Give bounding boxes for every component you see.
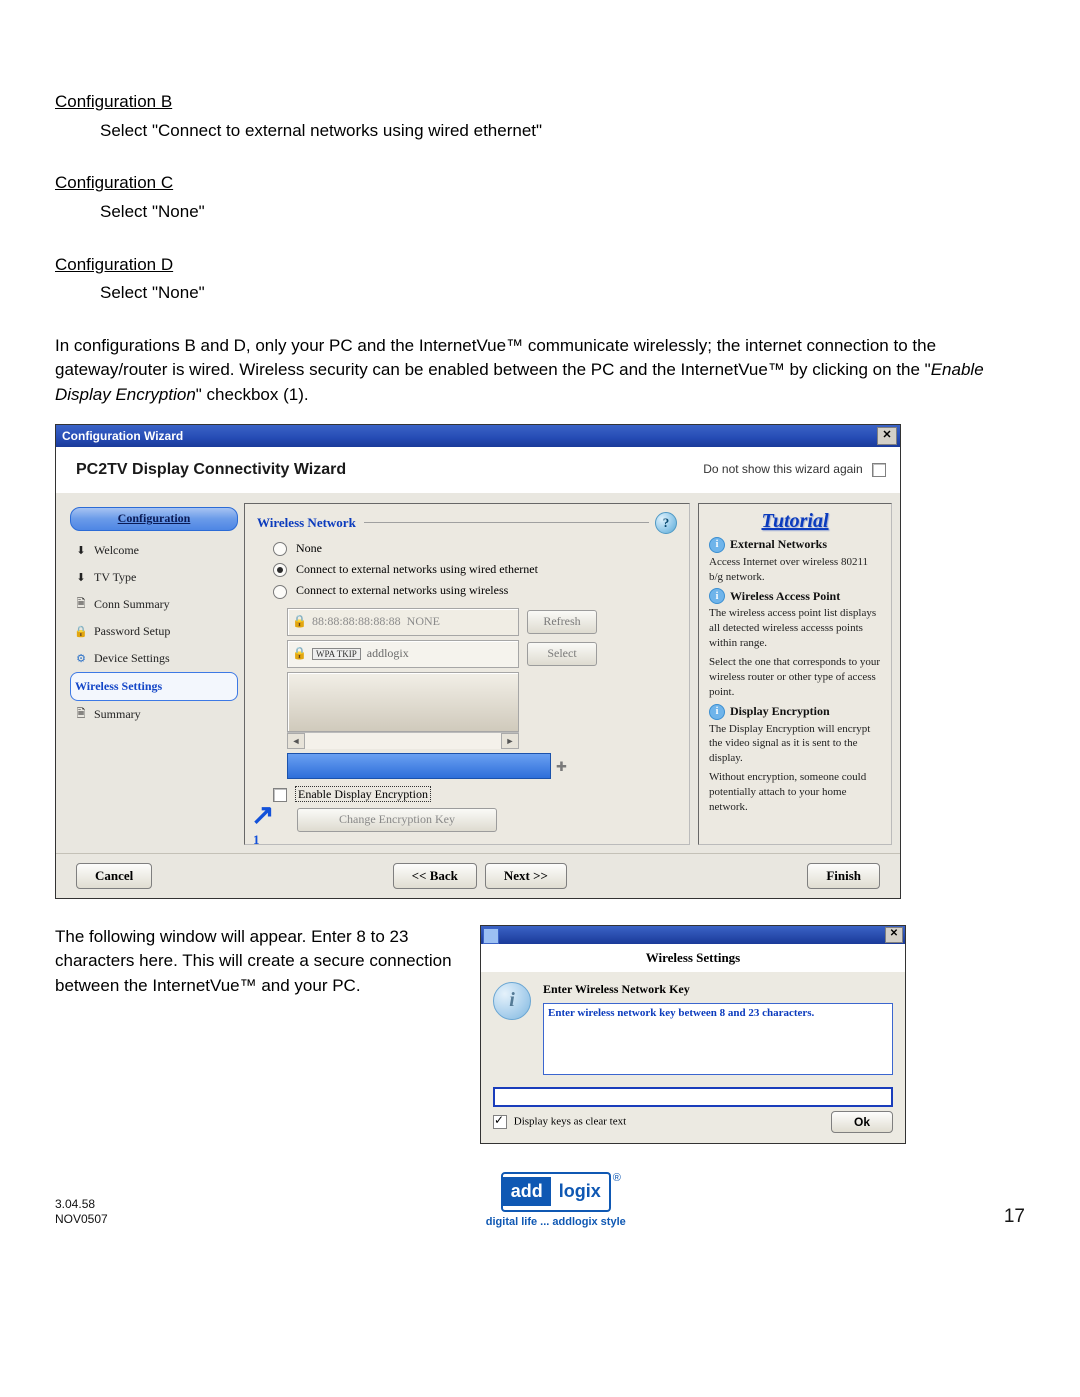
display-clear-row[interactable]: Display keys as clear text: [493, 1115, 626, 1129]
download-icon: ⬇: [74, 570, 88, 584]
sidebar-item-conn-summary[interactable]: 🗎Conn Summary: [70, 591, 238, 618]
sidebar-item-tvtype[interactable]: ⬇TV Type: [70, 564, 238, 591]
dont-show-row: Do not show this wizard again: [703, 462, 886, 477]
select-button[interactable]: Select: [527, 642, 597, 666]
wpa-badge: WPA TKIP: [312, 648, 361, 660]
dialog-title: Wireless Settings: [481, 944, 905, 972]
change-encryption-key-button[interactable]: Change Encryption Key: [297, 808, 497, 832]
close-icon[interactable]: ✕: [885, 927, 903, 943]
lock-icon: 🔒: [74, 624, 88, 638]
window-titlebar: Configuration Wizard ✕: [56, 425, 900, 447]
lock-icon: 🔒: [292, 646, 306, 661]
footer-version: 3.04.58: [55, 1197, 108, 1213]
key-label: Enter Wireless Network Key: [543, 982, 893, 997]
wireless-network-panel: Wireless Network ? None Connect to exter…: [244, 503, 690, 845]
radio-wired[interactable]: Connect to external networks using wired…: [257, 559, 677, 580]
info-icon: i: [709, 537, 725, 553]
lock-icon: 🔒: [292, 614, 306, 629]
dont-show-checkbox[interactable]: [872, 463, 886, 477]
network-key-input[interactable]: [493, 1087, 893, 1107]
key-hint: Enter wireless network key between 8 and…: [543, 1003, 893, 1075]
radio-none[interactable]: None: [257, 538, 677, 559]
network-item[interactable]: 🔒 WPA TKIP addlogix: [287, 640, 519, 668]
registered-icon: ®: [613, 1172, 621, 1184]
wizard-title: PC2TV Display Connectivity Wizard: [76, 461, 346, 479]
radio-icon: [273, 585, 287, 599]
cfg-b-text: Select "Connect to external networks usi…: [55, 119, 1025, 144]
cfg-d-heading: Configuration D: [55, 255, 173, 274]
add-icon[interactable]: ✚: [556, 759, 570, 773]
body-paragraph-2: The following window will appear. Enter …: [55, 925, 470, 999]
network-list[interactable]: [287, 672, 519, 732]
sidebar-item-wireless-settings[interactable]: Wireless Settings: [70, 672, 238, 701]
document-icon: 🗎: [74, 597, 88, 611]
tutorial-title: Tutorial: [709, 510, 881, 533]
wizard-header: PC2TV Display Connectivity Wizard Do not…: [56, 447, 900, 493]
selected-network-bar: ✚: [287, 753, 551, 779]
close-icon[interactable]: ✕: [877, 427, 897, 445]
ok-button[interactable]: Ok: [831, 1111, 893, 1133]
document-icon: 🗎: [74, 707, 88, 721]
enable-encryption-label: Enable Display Encryption: [295, 786, 431, 802]
configuration-wizard-window: Configuration Wizard ✕ PC2TV Display Con…: [55, 424, 901, 899]
section-title: Wireless Network: [257, 515, 356, 531]
settings-icon: ⚙: [74, 651, 88, 665]
help-icon[interactable]: ?: [655, 512, 677, 534]
info-icon: i: [709, 588, 725, 604]
sidebar-item-device-settings[interactable]: ⚙Device Settings: [70, 645, 238, 672]
next-button[interactable]: Next >>: [485, 863, 567, 889]
addlogix-logo: add logix: [501, 1172, 611, 1212]
page-number: 17: [1004, 1206, 1025, 1228]
enable-encryption-checkbox[interactable]: [273, 788, 287, 802]
sidebar-heading: Configuration: [70, 507, 238, 531]
refresh-button[interactable]: Refresh: [527, 610, 597, 634]
cfg-c-text: Select "None": [55, 200, 1025, 225]
info-icon: i: [493, 982, 531, 1020]
download-icon: ⬇: [74, 543, 88, 557]
dialog-titlebar: ✕: [481, 926, 905, 944]
radio-wireless[interactable]: Connect to external networks using wirel…: [257, 580, 677, 601]
back-button[interactable]: << Back: [393, 863, 477, 889]
cfg-b-heading: Configuration B: [55, 92, 172, 111]
document-page: Configuration B Select "Connect to exter…: [0, 0, 1080, 1248]
page-footer: 3.04.58 NOV0507 add logix ® digital life…: [55, 1172, 1025, 1228]
cfg-c-heading: Configuration C: [55, 173, 173, 192]
annotation-number: 1: [253, 832, 260, 848]
network-item[interactable]: 🔒 88:88:88:88:88:88 NONE: [287, 608, 519, 636]
annotation-arrow-icon: ↗: [251, 802, 274, 830]
tutorial-panel: Tutorial iExternal Networks Access Inter…: [698, 503, 892, 845]
scroll-left-icon[interactable]: ◄: [287, 733, 305, 749]
cancel-button[interactable]: Cancel: [76, 863, 152, 889]
info-icon: i: [709, 704, 725, 720]
radio-icon: [273, 563, 287, 577]
display-clear-checkbox[interactable]: [493, 1115, 507, 1129]
app-icon: [483, 928, 499, 944]
radio-icon: [273, 542, 287, 556]
wireless-key-dialog: ✕ Wireless Settings i Enter Wireless Net…: [480, 925, 906, 1144]
window-title: Configuration Wizard: [62, 429, 183, 443]
scroll-right-icon[interactable]: ►: [501, 733, 519, 749]
wizard-sidebar: Configuration ⬇Welcome ⬇TV Type 🗎Conn Su…: [64, 503, 244, 845]
finish-button[interactable]: Finish: [807, 863, 880, 889]
cfg-d-text: Select "None": [55, 281, 1025, 306]
footer-date: NOV0507: [55, 1212, 108, 1228]
sidebar-item-summary[interactable]: 🗎Summary: [70, 701, 238, 728]
footer-tagline: digital life ... addlogix style: [108, 1216, 1004, 1228]
wizard-footer: Cancel << Back Next >> Finish: [56, 853, 900, 898]
body-paragraph: In configurations B and D, only your PC …: [55, 334, 1025, 408]
scrollbar[interactable]: ◄ ►: [287, 732, 519, 749]
sidebar-item-password-setup[interactable]: 🔒Password Setup: [70, 618, 238, 645]
sidebar-item-welcome[interactable]: ⬇Welcome: [70, 537, 238, 564]
